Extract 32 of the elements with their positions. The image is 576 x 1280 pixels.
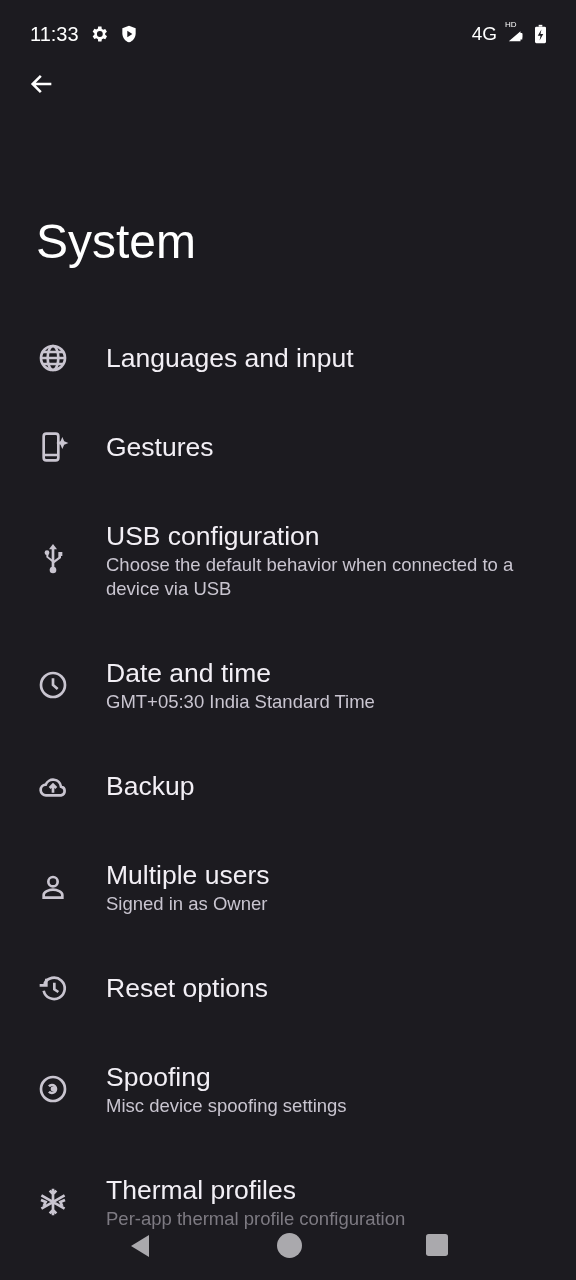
item-title: Multiple users	[106, 859, 271, 892]
item-title: Backup	[106, 770, 196, 803]
target-icon	[37, 1073, 69, 1105]
hd-label: HD	[505, 20, 517, 29]
status-time: 11:33	[30, 22, 79, 46]
globe-icon	[37, 342, 69, 374]
settings-item[interactable]: Thermal profiles Per-app thermal profile configuration	[0, 1146, 576, 1259]
item-title: USB configuration	[106, 520, 321, 553]
battery-icon	[535, 24, 546, 44]
item-subtitle: Signed in as Owner	[106, 892, 269, 916]
item-title: Reset options	[106, 972, 270, 1005]
item-title: Gestures	[106, 431, 215, 464]
item-subtitle: Per-app thermal profile configuration	[106, 1207, 407, 1231]
settings-item[interactable]: Date and time GMT+05:30 India Standard Time	[0, 629, 576, 742]
home-nav-icon[interactable]	[276, 1232, 302, 1258]
page-title: System	[35, 214, 198, 270]
network-label: 4G	[471, 23, 497, 45]
item-title: Spoofing	[106, 1061, 212, 1094]
item-title: Thermal profiles	[106, 1174, 297, 1207]
item-title: Date and time	[106, 657, 272, 690]
item-title: Languages and input	[106, 342, 355, 375]
settings-item[interactable]: Reset options	[0, 944, 576, 1033]
settings-item[interactable]: Multiple users Signed in as Owner	[0, 831, 576, 944]
item-subtitle: GMT+05:30 India Standard Time	[106, 690, 376, 714]
settings-item[interactable]: Spoofing Misc device spoofing settings	[0, 1033, 576, 1146]
clock-icon	[37, 669, 69, 701]
settings-item[interactable]: Languages and input	[0, 314, 576, 403]
settings-item[interactable]: Gestures	[0, 403, 576, 492]
settings-item[interactable]: Backup	[0, 742, 576, 831]
item-subtitle: Misc device spoofing settings	[106, 1094, 348, 1118]
settings-item[interactable]: USB configuration Choose the default behavior when connected to a device via USB	[0, 492, 576, 629]
item-subtitle: Choose the default behavior when connected to a device via USB	[106, 553, 515, 601]
